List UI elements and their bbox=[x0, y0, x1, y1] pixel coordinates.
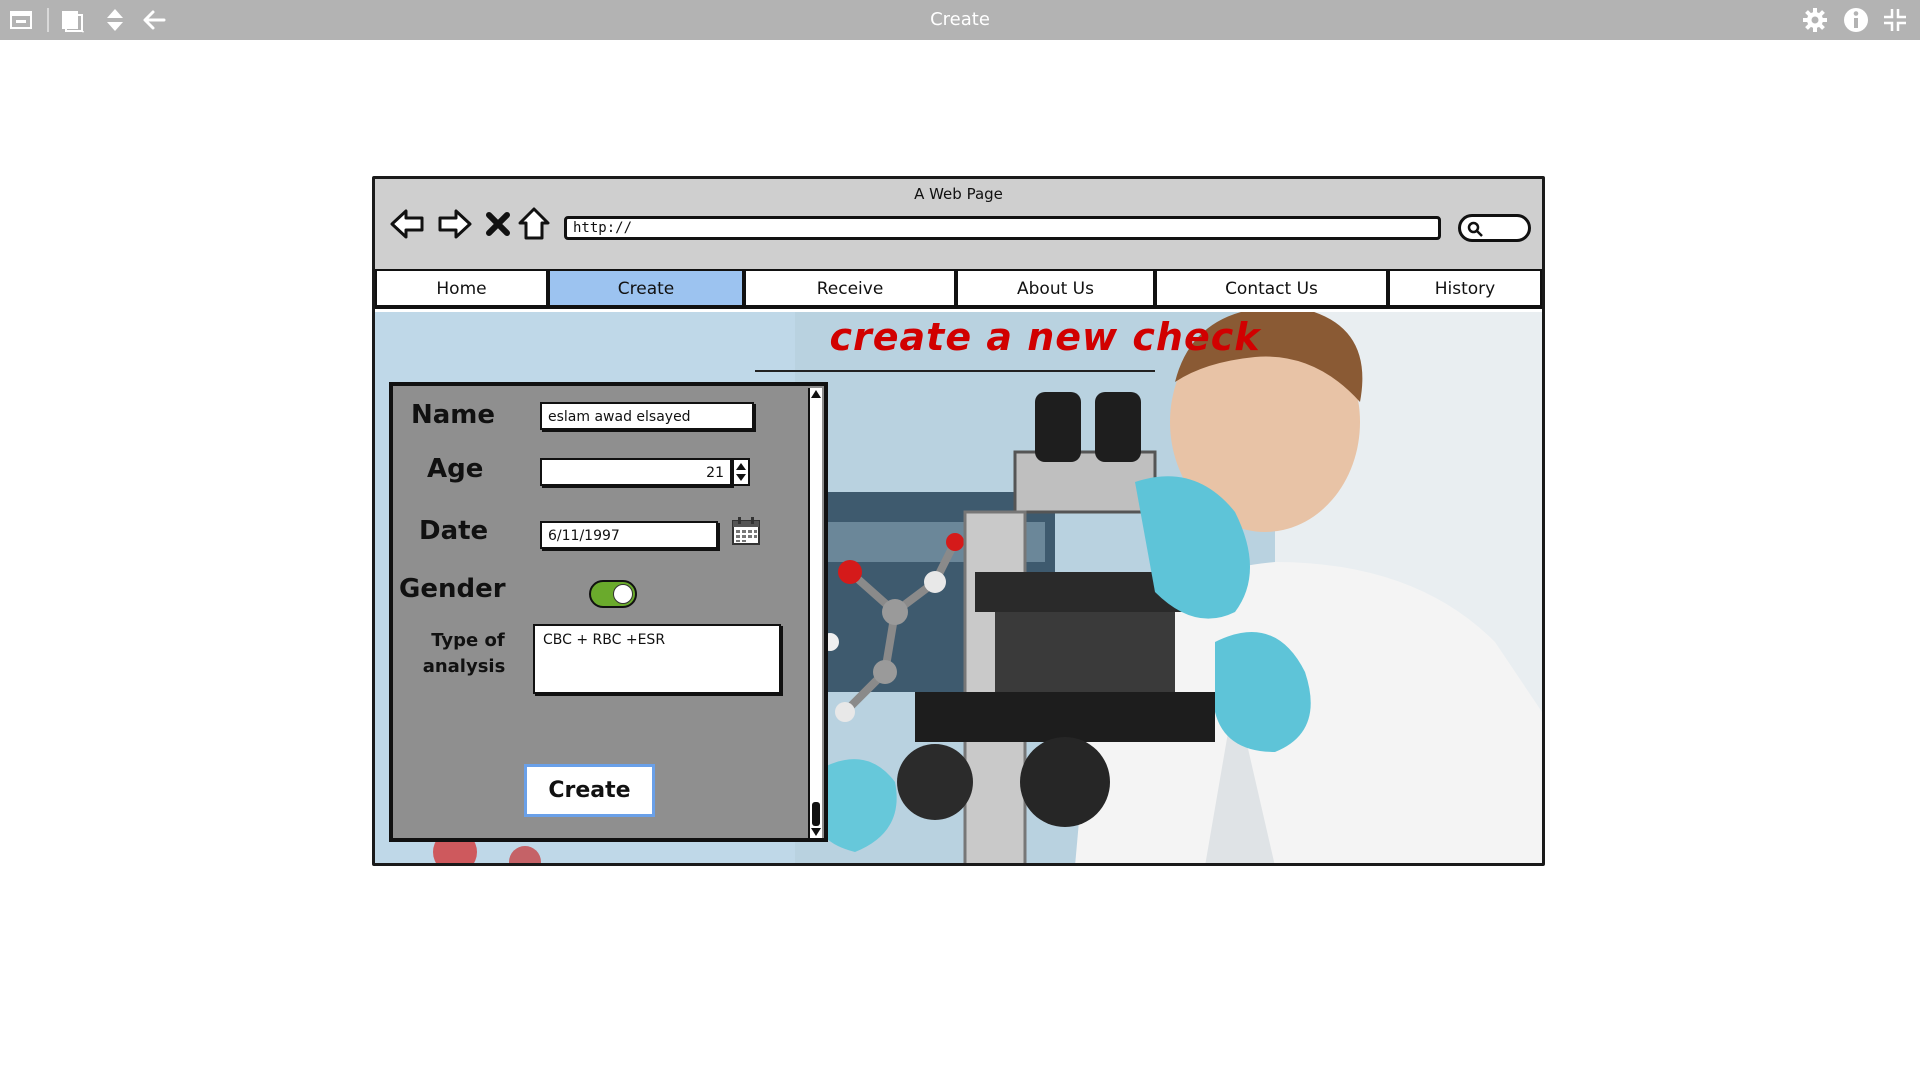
tab-about-us[interactable]: About Us bbox=[956, 269, 1155, 309]
name-label: Name bbox=[411, 400, 496, 430]
nav-tabs: Home Create Receive About Us Contact Us … bbox=[375, 269, 1542, 312]
browser-title: A Web Page bbox=[914, 185, 1003, 203]
back-icon[interactable] bbox=[388, 204, 428, 244]
stepper-arrows-icon bbox=[736, 463, 746, 481]
toolbar-divider bbox=[47, 8, 49, 32]
search-icon bbox=[1467, 221, 1483, 237]
app-title: Create bbox=[930, 9, 990, 30]
analysis-label-line1: Type of bbox=[431, 630, 505, 651]
forward-icon[interactable] bbox=[434, 204, 474, 244]
tab-create[interactable]: Create bbox=[548, 269, 744, 309]
scroll-thumb[interactable] bbox=[812, 802, 820, 826]
info-icon[interactable] bbox=[1841, 5, 1871, 35]
url-input[interactable]: http:// bbox=[564, 216, 1441, 240]
layers-icon[interactable] bbox=[58, 5, 88, 35]
tab-receive[interactable]: Receive bbox=[744, 269, 956, 309]
tab-history[interactable]: History bbox=[1388, 269, 1542, 309]
browser-window: A Web Page http:// Home Create Receive A… bbox=[372, 176, 1545, 866]
name-input[interactable]: eslam awad elsayed bbox=[540, 402, 754, 430]
form-scrollbar[interactable] bbox=[808, 388, 822, 838]
search-button[interactable] bbox=[1458, 214, 1531, 242]
analysis-label-line2: analysis bbox=[422, 656, 506, 677]
page-heading: create a new check bbox=[829, 315, 1261, 359]
home-icon[interactable] bbox=[514, 204, 554, 244]
gender-label: Gender bbox=[399, 574, 506, 604]
sort-icon[interactable] bbox=[100, 5, 130, 35]
create-button[interactable]: Create bbox=[524, 764, 655, 817]
heading-underline bbox=[755, 370, 1155, 372]
create-check-form: Name eslam awad elsayed Age 21 Date 6/11… bbox=[389, 382, 828, 842]
browser-chrome: A Web Page http:// bbox=[375, 179, 1542, 272]
toggle-knob bbox=[613, 584, 633, 604]
date-input[interactable]: 6/11/1997 bbox=[540, 521, 718, 549]
tab-home[interactable]: Home bbox=[375, 269, 548, 309]
gear-icon[interactable] bbox=[1800, 5, 1830, 35]
tab-contact-us[interactable]: Contact Us bbox=[1155, 269, 1388, 309]
close-icon[interactable] bbox=[478, 204, 518, 244]
date-label: Date bbox=[419, 516, 489, 546]
scroll-down-icon[interactable] bbox=[810, 826, 822, 838]
app-toolbar: Create bbox=[0, 0, 1920, 40]
age-input[interactable]: 21 bbox=[540, 458, 732, 486]
collapse-icon[interactable] bbox=[1880, 5, 1910, 35]
calendar-icon[interactable] bbox=[730, 515, 762, 547]
age-stepper[interactable] bbox=[732, 458, 750, 486]
gender-toggle[interactable] bbox=[589, 580, 637, 608]
hero-area: create a new check Name eslam awad elsay… bbox=[375, 312, 1542, 863]
scroll-up-icon[interactable] bbox=[810, 388, 822, 400]
back-arrow-icon[interactable] bbox=[139, 5, 169, 35]
age-label: Age bbox=[427, 454, 484, 484]
window-icon[interactable] bbox=[6, 5, 36, 35]
analysis-textarea[interactable]: CBC + RBC +ESR bbox=[533, 624, 781, 694]
